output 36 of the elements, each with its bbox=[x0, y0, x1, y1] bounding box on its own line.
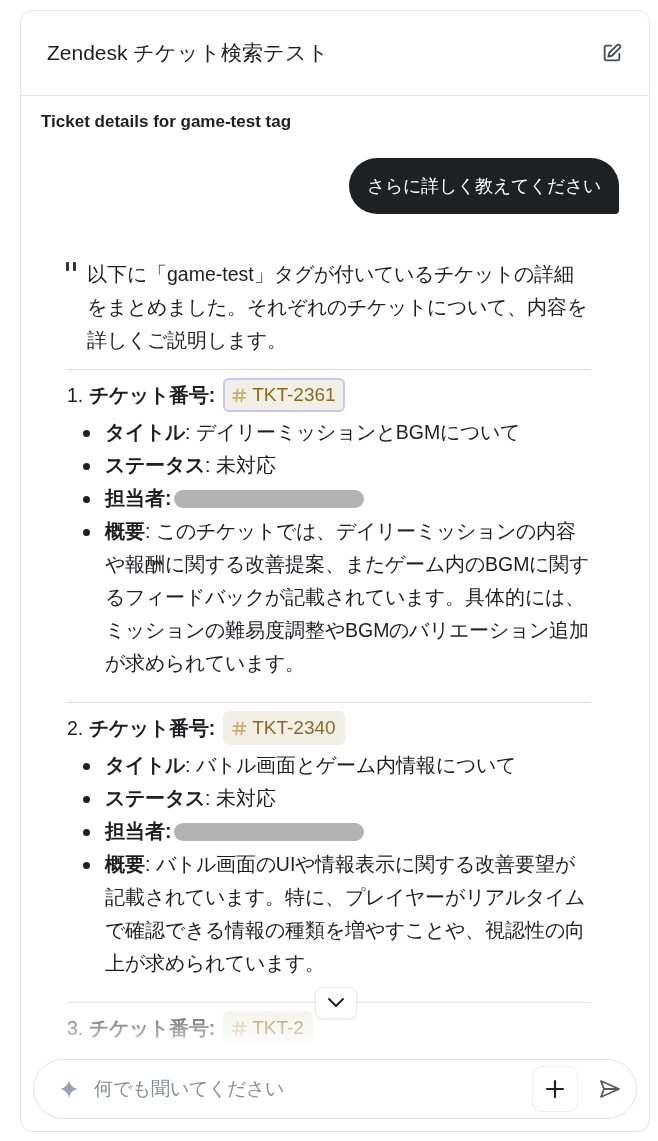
field-text: ステータス: 未対応 bbox=[105, 786, 276, 811]
field-label: 担当者: bbox=[105, 486, 172, 511]
ticket-heading: 1. チケット番号: bbox=[67, 382, 216, 408]
ticket-heading: 3. チケット番号: bbox=[67, 1015, 216, 1041]
field-text: 概要: バトル画面のUIや情報表示に関する改善要望が記載されています。特に、プレイヤーがリアルタイムで確認できる情報の種類を増やすことや、視認性の向上が求められています。 bbox=[105, 852, 586, 976]
field-text: タイトル: デイリーミッションとBGMについて bbox=[105, 420, 521, 445]
hash-icon bbox=[232, 720, 248, 736]
ticket-tag[interactable]: TKT-2361 bbox=[223, 378, 345, 412]
field-text: ステータス: 未対応 bbox=[105, 453, 276, 478]
edit-icon[interactable] bbox=[601, 42, 623, 64]
chat-title: Zendesk チケット検索テスト bbox=[47, 40, 330, 66]
field-label: 担当者: bbox=[105, 819, 172, 844]
send-icon bbox=[599, 1079, 621, 1099]
bullet-dot bbox=[83, 796, 90, 803]
sparkle-icon bbox=[60, 1080, 78, 1098]
scroll-down-button[interactable] bbox=[315, 987, 357, 1019]
hash-icon bbox=[232, 387, 248, 403]
bullet-dot bbox=[83, 529, 90, 536]
conversation-subtitle: Ticket details for game-test tag bbox=[41, 112, 293, 132]
hash-icon bbox=[232, 1020, 248, 1036]
message-input[interactable]: 何でも聞いてください bbox=[92, 1077, 518, 1101]
bullet-dot bbox=[83, 829, 90, 836]
bullet-dot bbox=[83, 430, 90, 437]
bullet-dot bbox=[83, 862, 90, 869]
reply-intro: 以下に「game-test」タグが付いているチケットの詳細をまとめました。それぞれのチケットについて、内容を詳しくご説明します。 bbox=[87, 262, 588, 353]
bullet-dot bbox=[83, 763, 90, 770]
chevron-down-icon bbox=[327, 997, 345, 1009]
add-button[interactable] bbox=[532, 1066, 578, 1112]
field-text: 概要: このチケットでは、デイリーミッションの内容や報酬に関する改善提案、またゲーム内のBGMに関するフィードバックが記載されています。具体的には、ミッションの難易度調整やBGMのバリエーション追加が求められています。 bbox=[105, 519, 591, 676]
ticket-heading: 2. チケット番号: bbox=[67, 715, 216, 741]
field-text: タイトル: バトル画面とゲーム内情報について bbox=[105, 753, 516, 778]
bullet-dot bbox=[83, 463, 90, 470]
bullet-dot bbox=[83, 496, 90, 503]
user-message: さらに詳しく教えてください bbox=[349, 158, 619, 214]
plus-icon bbox=[545, 1079, 565, 1099]
ticket-tag[interactable]: TKT-2340 bbox=[223, 711, 345, 745]
